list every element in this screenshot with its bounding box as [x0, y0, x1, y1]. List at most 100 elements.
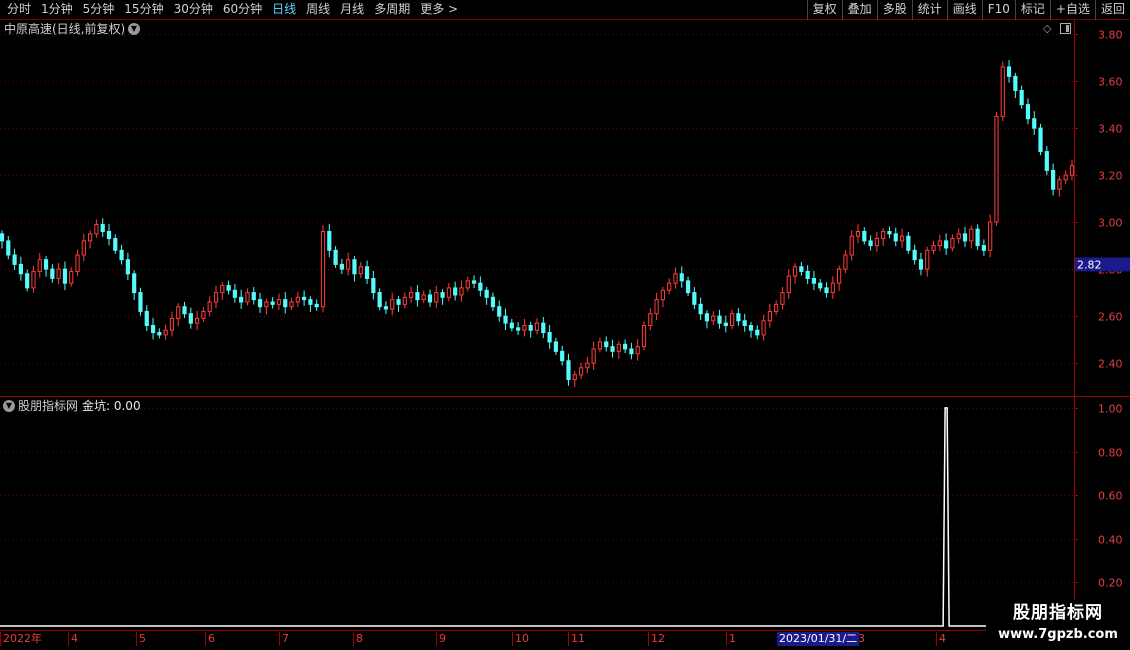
- candle-body: [106, 231, 112, 240]
- candle-body: [0, 233, 5, 242]
- candle-body: [201, 310, 206, 319]
- candle-body: [264, 301, 269, 308]
- candle-body: [195, 317, 200, 324]
- candle-body: [169, 317, 175, 331]
- candle-body: [906, 235, 911, 251]
- candle-body: [730, 313, 735, 326]
- candle-body: [698, 303, 703, 315]
- candle-body: [780, 292, 785, 305]
- candle-body: [56, 268, 61, 280]
- candle-body: [182, 306, 187, 315]
- price-tick-label: 3.40: [1098, 123, 1123, 136]
- candle-body: [981, 245, 986, 251]
- candle-body: [251, 292, 256, 301]
- diamond-icon[interactable]: ◇: [1043, 23, 1051, 35]
- candle-body: [94, 223, 99, 235]
- candle-body: [415, 292, 420, 301]
- date-axis: 2022年 4 5 6 7 8 9 10 11 12 1 3 4 2023/01/31/二: [0, 630, 1074, 650]
- candle-body: [163, 329, 168, 336]
- date-axis-label: 11: [568, 632, 585, 646]
- candle-body: [1044, 151, 1049, 171]
- candle-body: [339, 263, 344, 270]
- candle-body: [635, 346, 640, 355]
- candle-body: [830, 282, 835, 294]
- candle-body: [648, 313, 653, 326]
- candle-body: [364, 266, 370, 279]
- candle-body: [18, 263, 23, 275]
- price-tick-label: 2.40: [1098, 358, 1123, 371]
- candle-body: [887, 231, 892, 235]
- candle-body: [471, 280, 477, 284]
- candle-body: [685, 280, 691, 294]
- candle-body: [125, 259, 130, 275]
- candle-body: [270, 301, 275, 305]
- candle-body: [761, 320, 766, 336]
- candle-body: [295, 296, 300, 303]
- candle-body: [962, 233, 968, 242]
- candle-body: [490, 296, 496, 308]
- panel-toggle-icon[interactable]: [1060, 23, 1071, 34]
- candle-body: [100, 223, 105, 232]
- candle-body: [150, 325, 156, 334]
- candle-body: [1069, 165, 1075, 176]
- candle-body: [484, 289, 489, 298]
- indicator-tick-label: 0.60: [1098, 490, 1123, 503]
- candle-body: [975, 228, 980, 247]
- date-axis-label: 10: [512, 632, 529, 646]
- date-axis-label: 8: [353, 632, 363, 646]
- date-axis-label: 4: [936, 632, 946, 646]
- candle-body: [6, 240, 11, 256]
- candle-body: [868, 240, 873, 247]
- candle-body: [1063, 174, 1068, 181]
- candle-body: [736, 313, 741, 322]
- price-tick-label: 3.20: [1098, 170, 1123, 183]
- candle-body: [283, 299, 288, 308]
- candle-body: [25, 273, 30, 289]
- chevron-down-icon[interactable]: ▼: [128, 23, 140, 35]
- candle-body: [591, 348, 596, 364]
- candle-body: [157, 332, 162, 336]
- current-price-label: 2.82: [1077, 258, 1102, 271]
- candle-body: [446, 287, 451, 298]
- candle-body: [1038, 127, 1043, 153]
- candle-body: [346, 259, 351, 270]
- candle-body: [597, 341, 603, 350]
- price-tick-label: 3.00: [1098, 217, 1123, 230]
- candle-body: [937, 240, 942, 247]
- date-axis-label: 4: [68, 632, 78, 646]
- candle-body: [692, 292, 697, 305]
- candle-body: [138, 292, 143, 312]
- candle-body: [944, 240, 949, 249]
- candle-body: [81, 240, 86, 256]
- candle-body: [874, 238, 879, 247]
- candle-body: [1019, 90, 1024, 106]
- candle-body: [799, 266, 804, 272]
- date-axis-label: 2022年: [0, 632, 42, 646]
- date-axis-label: 6: [205, 632, 215, 646]
- candle-body: [276, 299, 282, 305]
- candle-body: [925, 249, 930, 270]
- candle-body: [862, 231, 867, 242]
- candle-body: [383, 306, 389, 310]
- candle-body: [320, 231, 326, 308]
- candle-body: [377, 292, 382, 308]
- candle-body: [1000, 66, 1005, 117]
- candle-body: [50, 268, 55, 280]
- indicator-value-label: 金坑: 0.00: [82, 399, 141, 413]
- candle-body: [528, 325, 533, 331]
- candle-body: [679, 273, 684, 282]
- candle-body: [440, 292, 445, 298]
- candle-body: [522, 325, 527, 331]
- sub-chart-chevron-down-icon[interactable]: ▼: [3, 400, 15, 412]
- candle-body: [578, 367, 584, 376]
- candle-body: [352, 259, 357, 275]
- candle-body: [503, 315, 508, 324]
- candle-body: [660, 289, 665, 301]
- candle-body: [629, 348, 634, 355]
- candle-body: [717, 315, 722, 324]
- candle-body: [950, 238, 955, 249]
- price-tick-label: 2.60: [1098, 311, 1123, 324]
- candle-body: [1013, 75, 1018, 92]
- candle-body: [176, 306, 181, 319]
- candle-body: [742, 320, 747, 326]
